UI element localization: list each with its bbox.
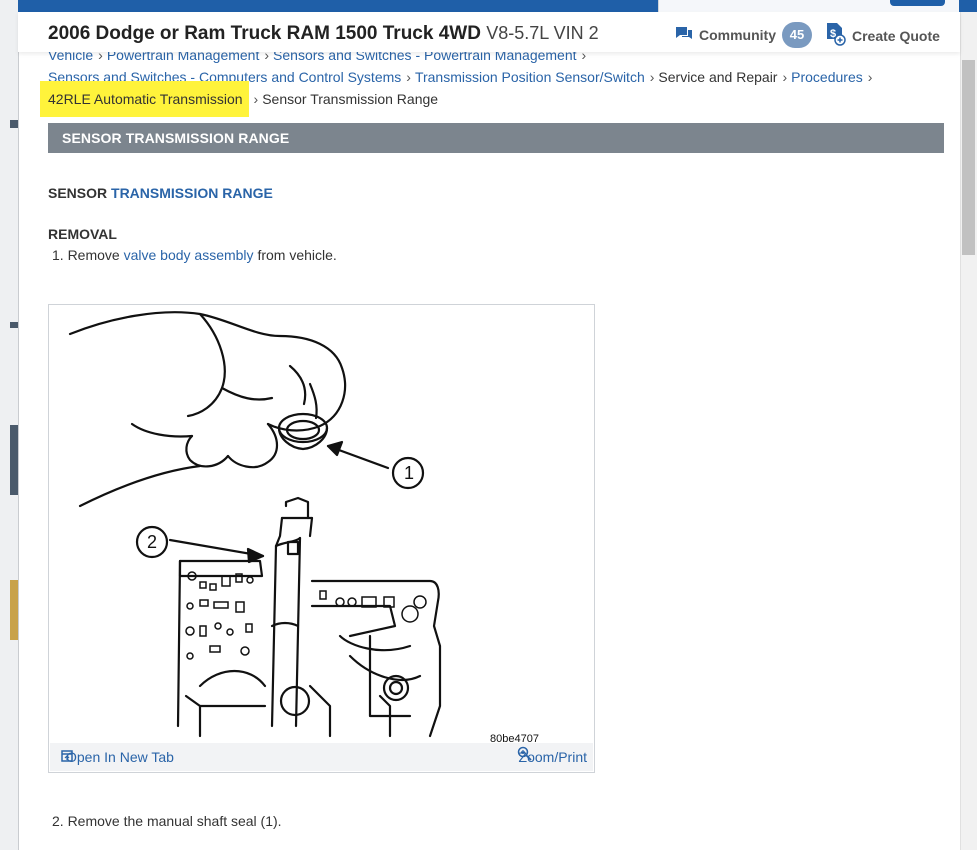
removal-heading: REMOVAL <box>48 226 117 242</box>
background-window-edge <box>0 0 19 850</box>
vehicle-engine: V8-5.7L VIN 2 <box>486 23 599 43</box>
chevron-right-icon: › <box>782 69 788 85</box>
step-2: 2. Remove the manual shaft seal (1). <box>52 813 282 829</box>
breadcrumb-row: 42RLE Automatic Transmission › Sensor Tran… <box>40 81 948 117</box>
create-quote-button[interactable]: $ Create Quote <box>826 22 940 49</box>
breadcrumb: Vehicle › Powertrain Management › Sensors an… <box>40 44 948 117</box>
chevron-right-icon: › <box>649 69 655 85</box>
dollar-document-icon: $ <box>826 22 846 49</box>
vehicle-name: 2006 Dodge or Ram Truck RAM 1500 Truck 4… <box>48 23 481 44</box>
callout-2-label: 2 <box>147 532 157 552</box>
doc-heading-prefix: SENSOR <box>48 185 108 201</box>
vehicle-title: 2006 Dodge or Ram Truck RAM 1500 Truck 4… <box>48 23 599 45</box>
background-marker <box>10 580 18 640</box>
open-new-tab-button[interactable]: Open In New Tab <box>60 749 174 765</box>
zoom-print-button[interactable]: Zoom/Print <box>516 745 587 765</box>
breadcrumb-text: Service and Repair <box>658 69 778 85</box>
breadcrumb-link[interactable]: Procedures <box>791 69 863 85</box>
procedure-figure: 1 2 80be4707 Open In New Tab Zoom/Print <box>48 304 595 773</box>
background-marker <box>10 425 18 495</box>
chat-bubbles-icon <box>675 26 693 45</box>
chevron-right-icon: › <box>253 91 259 107</box>
background-marker <box>10 120 18 128</box>
community-label: Community <box>699 27 776 43</box>
top-navigation-bar <box>18 0 977 12</box>
search-button[interactable] <box>890 0 945 6</box>
figure-toolbar: Open In New Tab Zoom/Print <box>50 743 593 771</box>
scrollbar-thumb[interactable] <box>962 60 975 255</box>
chevron-right-icon: › <box>406 69 411 85</box>
open-new-tab-label: Open In New Tab <box>66 749 174 765</box>
create-quote-label: Create Quote <box>852 27 940 44</box>
community-count-badge: 45 <box>782 22 812 48</box>
background-marker <box>10 322 18 328</box>
step-1-prefix: 1. Remove <box>52 247 120 263</box>
breadcrumb-current: Sensor Transmission Range <box>262 91 439 107</box>
breadcrumb-link[interactable]: Transmission Position Sensor/Switch <box>415 69 645 85</box>
valve-body-illustration[interactable]: 1 2 80be4707 <box>50 306 593 744</box>
chevron-right-icon: › <box>867 69 873 85</box>
section-title-bar: SENSOR TRANSMISSION RANGE <box>48 123 944 153</box>
community-button[interactable]: Community 45 <box>675 22 812 48</box>
doc-heading: SENSOR TRANSMISSION RANGE <box>48 185 273 201</box>
step-1: 1. Remove valve body assembly from vehic… <box>52 247 337 263</box>
step-1-suffix: from vehicle. <box>257 247 337 263</box>
doc-heading-link[interactable]: TRANSMISSION RANGE <box>111 185 273 201</box>
valve-body-assembly-link[interactable]: valve body assembly <box>124 247 254 263</box>
vehicle-header: 2006 Dodge or Ram Truck RAM 1500 Truck 4… <box>18 12 960 52</box>
callout-1-label: 1 <box>404 463 414 483</box>
breadcrumb-highlighted-link[interactable]: 42RLE Automatic Transmission <box>40 81 249 117</box>
